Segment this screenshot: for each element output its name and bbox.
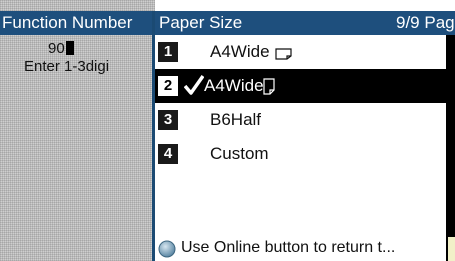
function-number-hint: Enter 1-3digi <box>24 58 110 75</box>
function-number-text: 90 <box>48 40 65 57</box>
function-number-panel: Function Number 90 Enter 1-3digi <box>0 0 155 261</box>
page-indicator: 9/9 Page <box>396 13 455 32</box>
item-number-badge: 1 <box>158 42 178 62</box>
footer-hint: Use Online button to return t... <box>155 235 446 261</box>
online-button-icon <box>158 240 176 258</box>
menu-item-label: Custom <box>210 144 269 163</box>
checkmark-icon <box>184 74 204 95</box>
menu-item-label: A4Wide <box>204 76 264 95</box>
menu-item-b6half[interactable]: 3 B6Half <box>155 103 446 137</box>
item-number-badge: 2 <box>158 76 178 96</box>
scrollbar-thumb[interactable] <box>448 237 455 261</box>
menu-item-label: B6Half <box>210 110 262 129</box>
menu-item-label: A4Wide <box>210 42 270 61</box>
menu-item-custom[interactable]: 4 Custom <box>155 137 446 171</box>
landscape-page-icon <box>275 48 292 60</box>
scrollbar[interactable] <box>446 35 455 261</box>
menu-header: Paper Size 9/9 Page <box>155 11 455 35</box>
paper-size-menu: Paper Size 9/9 Page 1 A4Wide 2 A4Wide 3 … <box>152 11 455 261</box>
menu-title: Paper Size <box>159 13 243 32</box>
menu-item-a4wide-portrait[interactable]: 2 A4Wide <box>155 69 446 103</box>
function-number-title: Function Number <box>0 11 155 35</box>
function-number-value[interactable]: 90 <box>48 40 74 57</box>
footer-text: Use Online button to return t... <box>181 239 396 256</box>
menu-item-a4wide-landscape[interactable]: 1 A4Wide <box>155 35 446 69</box>
text-cursor <box>65 41 74 55</box>
item-number-badge: 3 <box>158 110 178 130</box>
item-number-badge: 4 <box>158 144 178 164</box>
portrait-page-icon <box>263 78 275 95</box>
